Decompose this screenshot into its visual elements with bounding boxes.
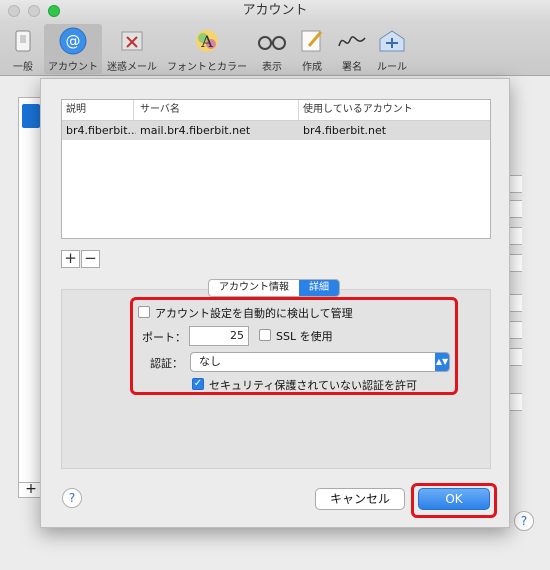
background-field — [508, 254, 522, 272]
toolbar-fonts-colors[interactable]: A フォントとカラー — [164, 24, 250, 74]
zoom-window-button[interactable] — [48, 5, 60, 17]
toolbar-general[interactable]: 一般 — [6, 24, 40, 74]
tab-bar: アカウント情報 詳細 — [208, 279, 340, 297]
close-window-button[interactable] — [8, 5, 20, 17]
signature-icon — [337, 26, 367, 56]
table-header: 説明 サーバ名 使用しているアカウント — [62, 100, 490, 121]
background-field — [508, 294, 522, 312]
toolbar-compose[interactable]: 作成 — [296, 24, 328, 74]
background-field — [508, 321, 522, 339]
window-title: アカウント — [242, 3, 308, 18]
cancel-button[interactable]: キャンセル — [315, 488, 405, 510]
tab-advanced[interactable]: 詳細 — [299, 280, 339, 296]
background-field — [508, 175, 522, 193]
toolbar-junk-mail[interactable]: 迷惑メール — [104, 24, 160, 74]
cell-description: br4.fiberbit... — [66, 124, 136, 137]
minimize-window-button[interactable] — [28, 5, 40, 17]
add-server-button[interactable]: + — [61, 250, 80, 268]
column-header-account[interactable]: 使用しているアカウント — [299, 100, 489, 120]
glasses-icon — [257, 26, 287, 56]
highlight-box-ok — [411, 483, 497, 518]
trash-junk-icon — [117, 26, 147, 56]
cell-account: br4.fiberbit.net — [303, 124, 387, 137]
tab-account-info[interactable]: アカウント情報 — [209, 280, 299, 296]
pencil-icon — [297, 26, 327, 56]
smtp-server-sheet: 説明 サーバ名 使用しているアカウント br4.fiberbit... mail… — [40, 78, 510, 528]
background-field — [508, 227, 522, 245]
svg-text:@: @ — [66, 32, 81, 50]
column-header-server[interactable]: サーバ名 — [136, 100, 299, 120]
at-sign-icon: @ — [58, 26, 88, 56]
toolbar-signatures[interactable]: 署名 — [334, 24, 370, 74]
help-button[interactable]: ? — [62, 488, 82, 508]
smtp-server-table: 説明 サーバ名 使用しているアカウント br4.fiberbit... mail… — [61, 99, 491, 239]
toolbar-accounts[interactable]: @ アカウント — [44, 24, 102, 74]
toolbar-rules[interactable]: ルール — [374, 24, 410, 74]
svg-text:A: A — [200, 32, 213, 51]
font-color-icon: A — [192, 26, 222, 56]
column-header-description[interactable]: 説明 — [62, 100, 134, 120]
rules-icon — [377, 26, 407, 56]
cell-server: mail.br4.fiberbit.net — [140, 124, 251, 137]
title-bar: アカウント — [0, 0, 550, 22]
preferences-toolbar: 一般 @ アカウント 迷惑メール A フォントとカラー 表示 作成 署名 ルール — [0, 22, 550, 76]
background-help-button[interactable]: ? — [514, 511, 534, 531]
selected-account-icon[interactable] — [22, 104, 40, 128]
background-popup — [508, 200, 522, 218]
remove-server-button[interactable]: − — [81, 250, 100, 268]
background-popup — [508, 393, 522, 411]
background-field — [508, 348, 522, 366]
switch-icon — [8, 26, 38, 56]
highlight-box-settings — [130, 297, 458, 395]
table-row[interactable]: br4.fiberbit... mail.br4.fiberbit.net br… — [62, 121, 490, 140]
toolbar-view[interactable]: 表示 — [256, 24, 288, 74]
